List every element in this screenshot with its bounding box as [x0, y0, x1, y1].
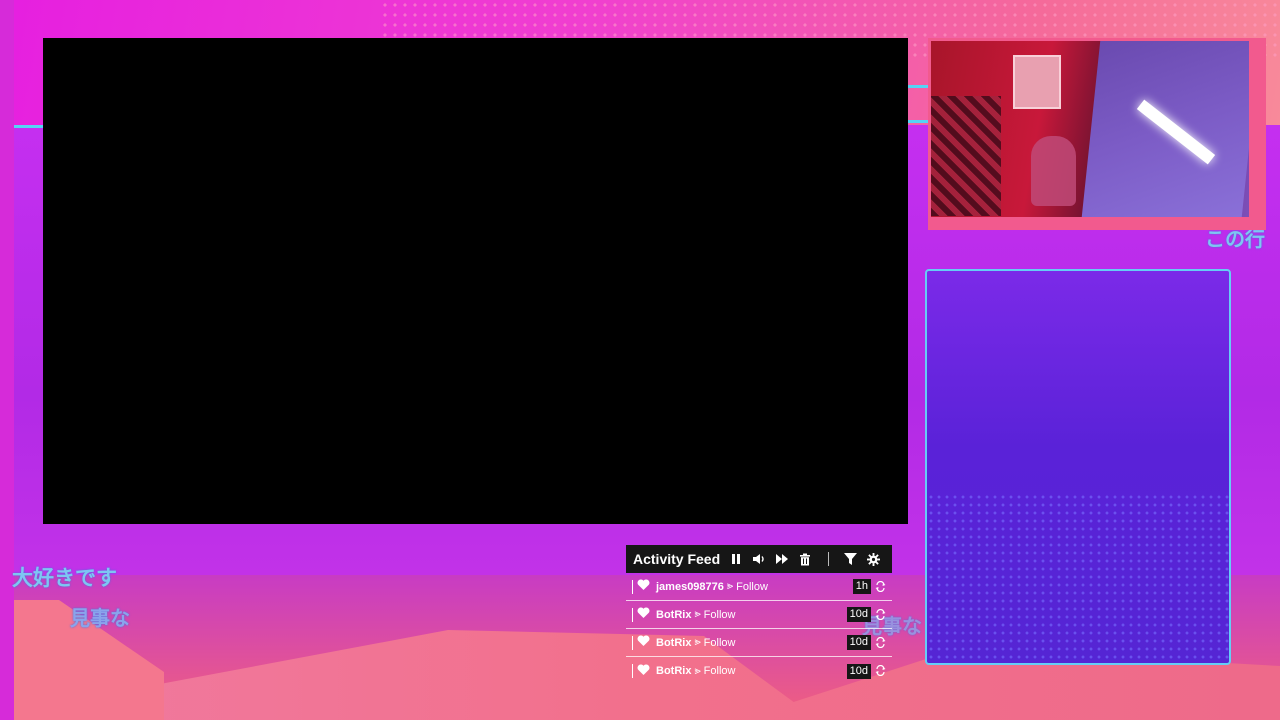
feed-item-action: Follow [736, 580, 768, 593]
jp-text-daisuki: 大好きです [12, 566, 117, 590]
side-panel [925, 269, 1231, 665]
cyan-stripe [908, 120, 928, 123]
activity-feed-header: Activity Feed [626, 545, 892, 573]
webcam-wall-pattern [931, 96, 1001, 216]
activity-feed-title: Activity Feed [633, 551, 721, 567]
filter-icon[interactable] [839, 549, 862, 569]
feed-item-time: 10d [846, 663, 871, 679]
heart-icon [637, 607, 650, 622]
webcam-poster [1013, 55, 1061, 109]
heart-icon [637, 635, 650, 650]
feed-item-bar [632, 664, 633, 678]
heart-icon [637, 579, 650, 594]
webcam-person [1031, 136, 1076, 206]
replay-icon[interactable] [875, 664, 886, 679]
gear-icon[interactable] [862, 549, 885, 569]
background-left-band [0, 0, 14, 720]
feed-item-bar [632, 579, 633, 594]
feed-item-arrow: ⪢ [726, 580, 734, 592]
webcam-feed [931, 41, 1249, 217]
feed-item-user: BotRix [656, 636, 692, 649]
feed-item-arrow: ⪢ [694, 608, 701, 620]
activity-feed: Activity Feed james098776 ⪢ Follow 1h Bo… [626, 545, 892, 685]
side-panel-dot-pattern [927, 493, 1229, 663]
feed-item-user: james098776 [656, 580, 724, 593]
feed-item-bar [632, 607, 633, 622]
replay-icon[interactable] [875, 636, 886, 651]
header-divider [828, 552, 830, 566]
replay-icon[interactable] [875, 580, 886, 595]
feed-item-action: Follow [703, 665, 736, 677]
jp-text-migotona-left: 見事な [70, 606, 130, 630]
feed-item-action: Follow [703, 608, 736, 621]
feed-item[interactable]: BotRix ⪢ Follow 10d [626, 657, 892, 685]
feed-item-time: 10d [846, 607, 871, 622]
feed-item-user: BotRix [656, 665, 692, 677]
feed-item[interactable]: james098776 ⪢ Follow 1h [626, 573, 892, 601]
feed-item-arrow: ⪢ [694, 636, 701, 648]
feed-item-user: BotRix [656, 608, 692, 621]
replay-icon[interactable] [875, 608, 886, 623]
feed-item-bar [632, 635, 633, 650]
cyan-stripe [14, 125, 44, 128]
cyan-stripe [908, 85, 930, 88]
skip-icon[interactable] [770, 549, 793, 569]
feed-item-time: 1h [852, 579, 871, 594]
feed-item-action: Follow [703, 636, 736, 649]
pause-icon[interactable] [724, 549, 747, 569]
volume-icon[interactable] [747, 549, 770, 569]
feed-item-arrow: ⪢ [694, 664, 701, 677]
feed-item[interactable]: BotRix ⪢ Follow 10d [626, 601, 892, 629]
webcam-frame [928, 38, 1266, 230]
heart-icon [637, 663, 650, 679]
trash-icon[interactable] [793, 549, 816, 569]
feed-item-time: 10d [846, 635, 871, 650]
feed-item[interactable]: BotRix ⪢ Follow 10d [626, 629, 892, 657]
game-capture-area [43, 38, 908, 524]
